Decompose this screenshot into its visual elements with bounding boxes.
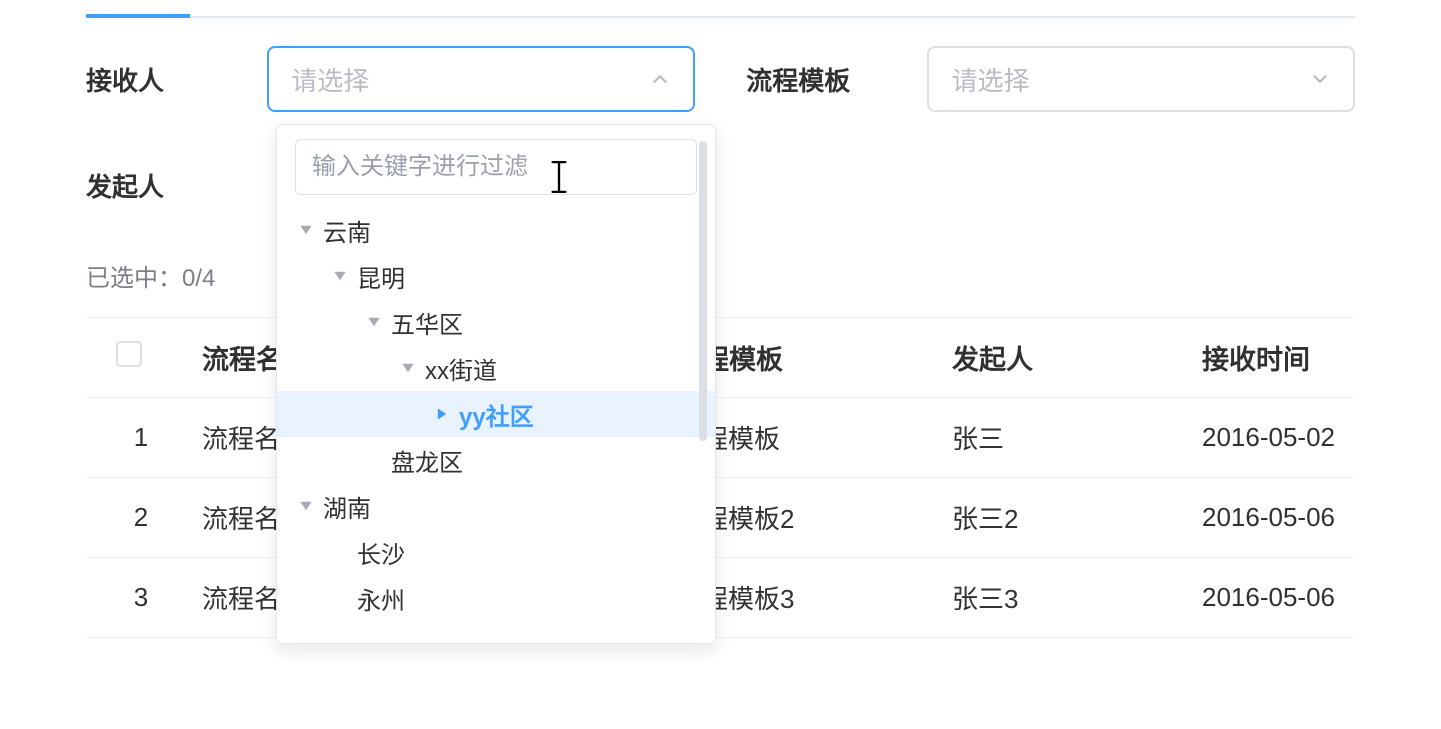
row-index: 3 [86, 582, 196, 613]
receiver-dropdown-popover: 云南 昆明 五华区 xx街道 [276, 124, 716, 644]
tree-node-changsha[interactable]: 长沙 [277, 529, 715, 575]
caret-right-icon [431, 403, 453, 425]
tree-node-yongzhou[interactable]: 永州 [277, 575, 715, 621]
selected-count-value: 0/4 [182, 265, 215, 292]
row-received-at: 2016-05-06 [1196, 582, 1416, 613]
row-received-at: 2016-05-02 [1196, 422, 1416, 453]
row-initiator: 张三3 [946, 579, 1196, 616]
row-template: 程模板2 [696, 499, 946, 536]
caret-down-icon [295, 219, 317, 241]
tree-node-label: 云南 [323, 213, 371, 248]
tree-node-label: 永州 [357, 581, 405, 616]
template-label: 流程模板 [746, 61, 927, 98]
select-all-checkbox[interactable] [116, 341, 142, 367]
tab-bar [86, 0, 1355, 18]
caret-down-icon [329, 265, 351, 287]
template-select[interactable]: 请选择 [927, 46, 1355, 112]
chevron-up-icon [649, 68, 671, 90]
popover-scrollbar[interactable] [699, 141, 709, 441]
tree-node-xx-street[interactable]: xx街道 [277, 345, 715, 391]
caret-down-icon [295, 495, 317, 517]
row-index: 1 [86, 422, 196, 453]
region-tree: 云南 昆明 五华区 xx街道 [277, 205, 715, 625]
filters: 接收人 请选择 流程模板 请选择 [86, 46, 1355, 218]
tree-node-label: 湖南 [323, 489, 371, 524]
header-received-at: 接收时间 [1196, 338, 1416, 377]
tree-node-yunnan[interactable]: 云南 [277, 207, 715, 253]
tree-node-yy-community[interactable]: yy社区 [277, 391, 715, 437]
receiver-label: 接收人 [86, 61, 267, 98]
tree-node-label: 长沙 [357, 535, 405, 570]
row-received-at: 2016-05-06 [1196, 502, 1416, 533]
tree-node-label: 五华区 [391, 305, 463, 340]
tree-node-panlong[interactable]: 盘龙区 [277, 437, 715, 483]
header-template: 程模板 [696, 338, 946, 377]
row-index: 2 [86, 502, 196, 533]
popover-scrollbar-thumb[interactable] [699, 141, 707, 441]
active-tab-indicator [86, 14, 190, 18]
chevron-down-icon [1309, 68, 1331, 90]
tree-filter-input[interactable] [295, 139, 697, 195]
row-template: 程模板3 [696, 579, 946, 616]
selected-count-prefix: 已选中： [86, 265, 182, 292]
initiator-label: 发起人 [86, 167, 276, 204]
tree-node-kunming[interactable]: 昆明 [277, 253, 715, 299]
row-initiator: 张三 [946, 419, 1196, 456]
caret-down-icon [397, 357, 419, 379]
tree-node-label: xx街道 [425, 351, 497, 386]
tree-node-wuhua[interactable]: 五华区 [277, 299, 715, 345]
row-template: 程模板 [696, 419, 946, 456]
header-initiator: 发起人 [946, 338, 1196, 377]
receiver-select[interactable]: 请选择 [267, 46, 695, 112]
tree-node-hunan[interactable]: 湖南 [277, 483, 715, 529]
tree-node-label: yy社区 [459, 397, 534, 432]
tree-node-label: 昆明 [357, 259, 405, 294]
row-initiator: 张三2 [946, 499, 1196, 536]
receiver-select-placeholder: 请选择 [291, 61, 369, 98]
filter-row-receiver: 接收人 请选择 流程模板 请选择 [86, 46, 1355, 112]
caret-down-icon [363, 311, 385, 333]
template-select-placeholder: 请选择 [951, 61, 1029, 98]
tree-node-label: 盘龙区 [391, 443, 463, 478]
header-checkbox-cell [86, 341, 196, 374]
